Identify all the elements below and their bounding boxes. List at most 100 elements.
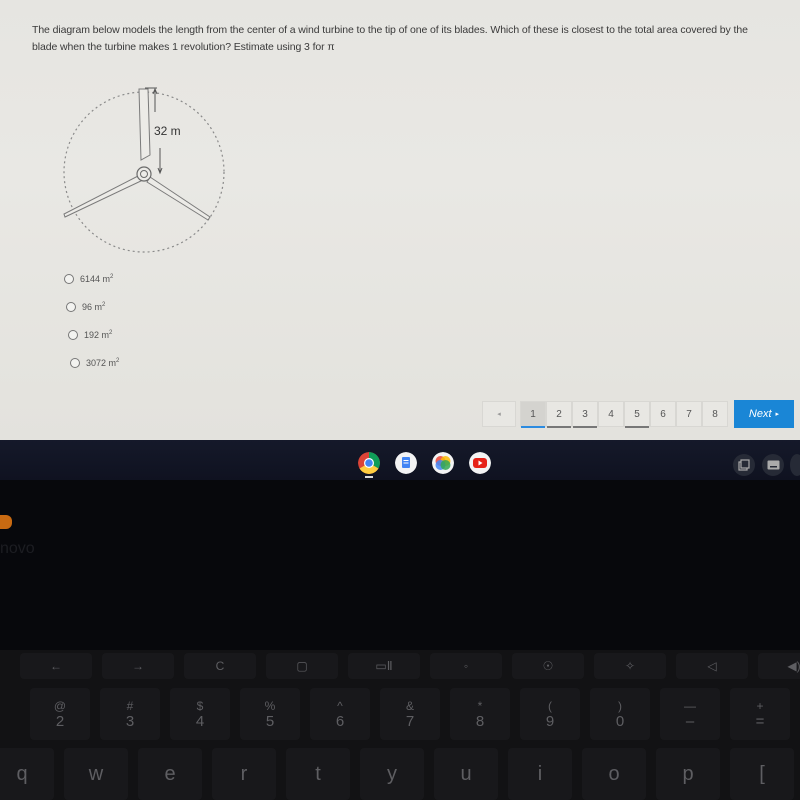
page-button-8[interactable]: 8 <box>702 401 728 427</box>
function-key[interactable]: ▭Ⅱ <box>348 653 420 679</box>
active-app-indicator <box>365 476 373 478</box>
function-key[interactable]: ▢ <box>266 653 338 679</box>
choice-label: 192 m2 <box>84 330 113 340</box>
page-button-1[interactable]: 1 <box>520 401 546 428</box>
number-key-5[interactable]: % 5 <box>240 688 300 740</box>
key-glyph: 8 <box>475 712 485 730</box>
number-key-4[interactable]: $4 <box>170 688 230 740</box>
page-button-4[interactable]: 4 <box>598 401 624 427</box>
tray-keyboard-button[interactable] <box>762 454 784 476</box>
key-shift-glyph: @ <box>53 698 67 713</box>
letter-key-q[interactable]: q <box>0 748 54 800</box>
browser-page: The diagram below models the length from… <box>0 0 800 440</box>
number-key-6[interactable]: ^ 6 <box>310 688 370 740</box>
key-glyph: 7 <box>405 712 415 730</box>
choice-option-1[interactable]: 6144 m2 <box>64 272 119 286</box>
radio-button[interactable] <box>66 302 76 312</box>
docs-app-icon[interactable] <box>395 452 417 474</box>
key-glyph: 2 <box>55 712 65 730</box>
keyboard-icon <box>767 460 779 470</box>
choice-label: 96 m2 <box>82 302 106 312</box>
choice-option-3[interactable]: 192 m2 <box>68 328 119 342</box>
key-shift-glyph: ^ <box>337 698 343 713</box>
question-text: The diagram below models the length from… <box>32 24 748 53</box>
dimension-label: 32 m <box>154 124 181 138</box>
turbine-blade-top <box>138 88 151 161</box>
key-shift-glyph: & <box>405 698 414 713</box>
question-pager: ◂ 1 2 3 4 5 6 7 8 Next ▸ <box>482 400 794 428</box>
letter-key-e[interactable]: e <box>138 748 202 800</box>
function-key[interactable]: ← <box>20 653 92 679</box>
tray-status-button[interactable] <box>790 454 800 476</box>
number-key-3[interactable]: #3 <box>100 688 160 740</box>
key-glyph: 6 <box>335 712 345 730</box>
chevron-left-icon: ◂ <box>497 411 501 418</box>
function-key[interactable]: ◦ <box>430 653 502 679</box>
number-key-0[interactable]: ) 0 <box>590 688 650 740</box>
key-glyph: 9 <box>545 712 555 730</box>
function-key[interactable]: ✧ <box>594 653 666 679</box>
power-led <box>0 515 12 529</box>
next-button[interactable]: Next ▸ <box>734 400 794 428</box>
choice-option-4[interactable]: 3072 m2 <box>70 356 119 370</box>
photos-app-icon[interactable] <box>432 452 454 474</box>
key-shift-glyph: $ <box>196 698 204 713</box>
turbine-blade-left <box>63 174 144 218</box>
youtube-app-icon[interactable] <box>469 452 491 474</box>
laptop-bezel <box>0 480 800 650</box>
function-key[interactable]: ☉ <box>512 653 584 679</box>
choice-option-2[interactable]: 96 m2 <box>66 300 119 314</box>
function-key[interactable]: C <box>184 653 256 679</box>
tray-screenshot-button[interactable] <box>733 454 755 476</box>
function-key[interactable]: ◁ <box>676 653 748 679</box>
key-shift-glyph: % <box>264 698 276 713</box>
key-shift-glyph: # <box>126 698 134 713</box>
choice-label: 6144 m2 <box>80 274 114 284</box>
letter-key-t[interactable]: t <box>286 748 350 800</box>
letter-key-r[interactable]: r <box>212 748 276 800</box>
letter-key-w[interactable]: w <box>64 748 128 800</box>
letter-key-u[interactable]: u <box>434 748 498 800</box>
key-shift-glyph: ) <box>618 698 622 713</box>
choice-label: 3072 m2 <box>86 358 120 368</box>
key-glyph: 5 <box>265 712 275 730</box>
number-key-=[interactable]: + = <box>730 688 790 740</box>
window-overview-icon <box>738 459 750 471</box>
number-key-9[interactable]: (9 <box>520 688 580 740</box>
chevron-right-icon: ▸ <box>775 411 780 418</box>
key-glyph: – <box>685 712 695 730</box>
number-key-–[interactable]: — – <box>660 688 720 740</box>
next-label: Next <box>748 408 772 420</box>
letter-key-y[interactable]: y <box>360 748 424 800</box>
number-key-2[interactable]: @2 <box>30 688 90 740</box>
number-key-7[interactable]: & 7 <box>380 688 440 740</box>
key-glyph: 4 <box>195 712 205 730</box>
key-shift-glyph: * <box>477 698 483 713</box>
page-button-5[interactable]: 5 <box>624 401 650 428</box>
radio-button[interactable] <box>70 358 80 368</box>
letter-key-o[interactable]: o <box>582 748 646 800</box>
answer-choices: 6144 m2 96 m2 192 m2 3072 m2 <box>64 272 119 384</box>
radio-button[interactable] <box>68 330 78 340</box>
letter-key-i[interactable]: i <box>508 748 572 800</box>
previous-page-button[interactable]: ◂ <box>482 401 516 427</box>
key-glyph: = <box>755 712 765 730</box>
page-button-6[interactable]: 6 <box>650 401 676 427</box>
function-key[interactable]: ◀) <box>758 653 800 679</box>
wind-turbine-diagram: 32 m <box>63 87 225 253</box>
turbine-blade-right <box>146 176 211 221</box>
laptop-keyboard: ← → C ▢ ▭Ⅱ ◦ ☉ ✧ ◁ ◀) @2 #3 $4% 5 ^ 6 & 7 * 8(9) 0— – + = q w e r t y… <box>0 650 800 800</box>
page-button-7[interactable]: 7 <box>676 401 702 427</box>
number-key-8[interactable]: * 8 <box>450 688 510 740</box>
page-button-2[interactable]: 2 <box>546 401 572 428</box>
letter-key-p[interactable]: p <box>656 748 720 800</box>
key-shift-glyph: + <box>756 698 764 713</box>
radio-button[interactable] <box>64 274 74 284</box>
key-shift-glyph: ( <box>548 698 552 713</box>
key-glyph: 3 <box>125 712 135 730</box>
function-key[interactable]: → <box>102 653 174 679</box>
page-button-3[interactable]: 3 <box>572 401 598 428</box>
letter-key-[[interactable]: [ <box>730 748 794 800</box>
chrome-app-icon[interactable] <box>358 452 380 474</box>
laptop-brand-logo: novo <box>0 540 35 557</box>
